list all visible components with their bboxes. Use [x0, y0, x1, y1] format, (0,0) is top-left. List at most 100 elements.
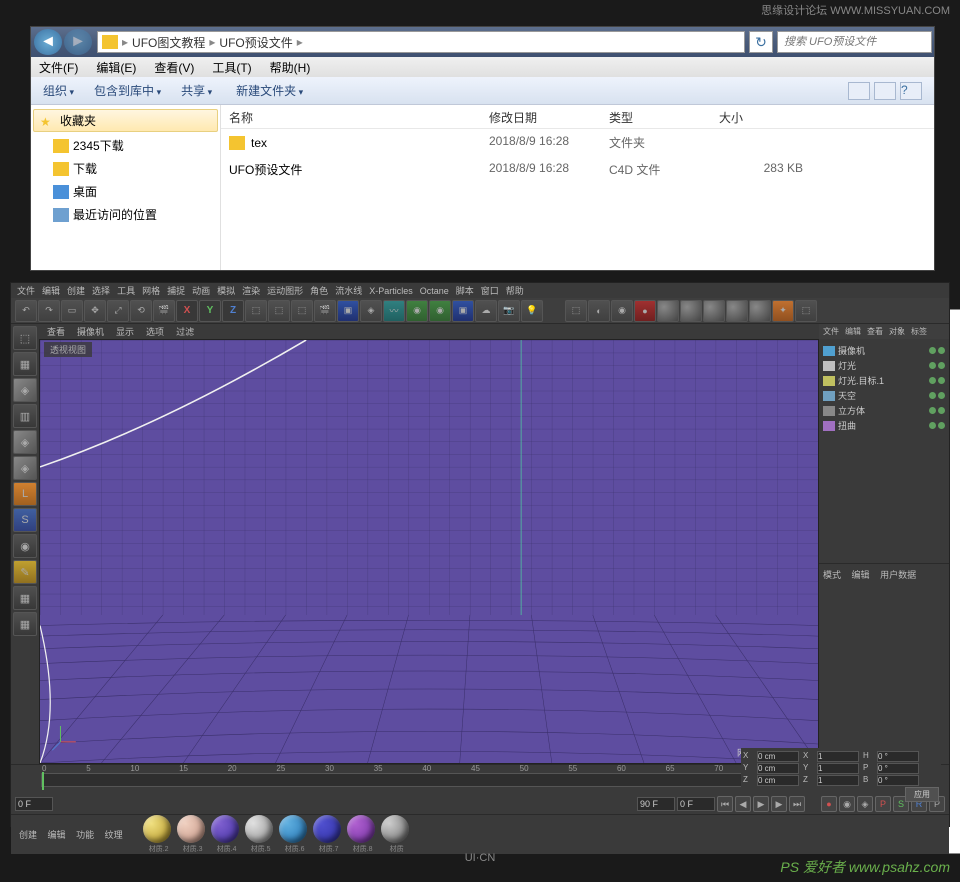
- generator-icon[interactable]: ◉: [429, 300, 451, 322]
- new-folder-button[interactable]: 新建文件夹: [236, 82, 303, 99]
- breadcrumb[interactable]: UFO图文教程: [128, 34, 209, 51]
- frame-current-input[interactable]: [677, 797, 715, 811]
- share-button[interactable]: 共享: [181, 82, 212, 99]
- tool-icon[interactable]: ⬚: [245, 300, 267, 322]
- redo-icon[interactable]: ↷: [38, 300, 60, 322]
- sidebar-favorites[interactable]: ★收藏夹: [33, 109, 218, 132]
- vp-tab[interactable]: 查看: [47, 325, 65, 338]
- tab[interactable]: 功能: [76, 830, 94, 840]
- edge-tool-icon[interactable]: S: [13, 508, 37, 532]
- texture-icon[interactable]: ▦: [13, 352, 37, 376]
- point-tool-icon[interactable]: L: [13, 482, 37, 506]
- tab[interactable]: 文件: [823, 326, 839, 337]
- tool-icon[interactable]: ▦: [13, 612, 37, 636]
- object-row[interactable]: 扭曲: [823, 418, 945, 433]
- sphere-icon[interactable]: [726, 300, 748, 322]
- object-row[interactable]: 灯光: [823, 358, 945, 373]
- material-ball[interactable]: [245, 815, 273, 843]
- tool-icon[interactable]: ⬚: [268, 300, 290, 322]
- generator-icon[interactable]: ◉: [406, 300, 428, 322]
- x-axis-icon[interactable]: X: [176, 300, 198, 322]
- undo-icon[interactable]: ↶: [15, 300, 37, 322]
- view-options-icon[interactable]: [848, 82, 870, 100]
- move-tool-icon[interactable]: ✥: [84, 300, 106, 322]
- object-row[interactable]: 灯光.目标.1: [823, 373, 945, 388]
- organize-button[interactable]: 组织: [43, 82, 74, 99]
- object-row[interactable]: 天空: [823, 388, 945, 403]
- menu-item[interactable]: X-Particles: [369, 286, 413, 296]
- tool-icon[interactable]: ⬚: [291, 300, 313, 322]
- col-name[interactable]: 名称: [221, 105, 481, 128]
- tool-icon[interactable]: ◐: [588, 300, 610, 322]
- viewport[interactable]: 透视视图: [39, 339, 819, 764]
- tool-icon[interactable]: ⬚: [795, 300, 817, 322]
- sidebar-item[interactable]: 桌面: [33, 180, 218, 203]
- menu-view[interactable]: 查看(V): [154, 59, 194, 76]
- tool-icon[interactable]: ⬚: [565, 300, 587, 322]
- select-tool-icon[interactable]: ▭: [61, 300, 83, 322]
- include-library-button[interactable]: 包含到库中: [94, 82, 161, 99]
- col-type[interactable]: 类型: [601, 105, 711, 128]
- model-tool-icon[interactable]: ◈: [13, 378, 37, 402]
- vp-tab[interactable]: 过滤: [176, 325, 194, 338]
- object-tool-icon[interactable]: ◈: [13, 430, 37, 454]
- menu-item[interactable]: Octane: [420, 286, 449, 296]
- tab[interactable]: 对象: [889, 326, 905, 337]
- menu-file[interactable]: 文件(F): [39, 59, 78, 76]
- menu-item[interactable]: 编辑: [42, 284, 60, 297]
- coord-h[interactable]: [877, 751, 919, 762]
- forward-button[interactable]: ►: [64, 29, 92, 55]
- menu-item[interactable]: 渲染: [242, 284, 260, 297]
- spline-icon[interactable]: 〰: [383, 300, 405, 322]
- tab[interactable]: 编辑: [852, 570, 870, 580]
- menu-item[interactable]: 文件: [17, 284, 35, 297]
- menu-item[interactable]: 帮助: [506, 284, 524, 297]
- breadcrumb[interactable]: UFO预设文件: [215, 34, 296, 51]
- coord-z[interactable]: [757, 775, 799, 786]
- menu-help[interactable]: 帮助(H): [270, 59, 311, 76]
- tab[interactable]: 纹理: [105, 830, 123, 840]
- sidebar-item[interactable]: 最近访问的位置: [33, 203, 218, 226]
- menu-item[interactable]: 创建: [67, 284, 85, 297]
- address-bar[interactable]: ▸ UFO图文教程 ▸ UFO预设文件 ▸: [97, 31, 745, 53]
- tool-icon[interactable]: ✦: [772, 300, 794, 322]
- material-ball[interactable]: [143, 815, 171, 843]
- light-icon[interactable]: 💡: [521, 300, 543, 322]
- tool-icon[interactable]: ▦: [13, 586, 37, 610]
- environment-icon[interactable]: ☁: [475, 300, 497, 322]
- vp-tab[interactable]: 选项: [146, 325, 164, 338]
- menu-item[interactable]: 脚本: [456, 284, 474, 297]
- tab[interactable]: 编辑: [845, 326, 861, 337]
- menu-item[interactable]: 网格: [142, 284, 160, 297]
- sphere-icon[interactable]: [680, 300, 702, 322]
- camera-icon[interactable]: 📷: [498, 300, 520, 322]
- menu-item[interactable]: 运动图形: [267, 284, 303, 297]
- vp-tab[interactable]: 显示: [116, 325, 134, 338]
- menu-item[interactable]: 窗口: [481, 284, 499, 297]
- menu-item[interactable]: 选择: [92, 284, 110, 297]
- col-size[interactable]: 大小: [711, 105, 811, 128]
- file-row[interactable]: UFO预设文件2018/8/9 16:28C4D 文件283 KB: [221, 156, 934, 183]
- record-icon[interactable]: ●: [634, 300, 656, 322]
- tool-icon[interactable]: ✎: [13, 560, 37, 584]
- object-row[interactable]: 摄像机: [823, 343, 945, 358]
- menu-item[interactable]: 捕捉: [167, 284, 185, 297]
- material-ball[interactable]: [279, 815, 307, 843]
- object-row[interactable]: 立方体: [823, 403, 945, 418]
- rotate-tool-icon[interactable]: ⟲: [130, 300, 152, 322]
- scale-tool-icon[interactable]: ⤢: [107, 300, 129, 322]
- frame-end-input[interactable]: [637, 797, 675, 811]
- tab[interactable]: 查看: [867, 326, 883, 337]
- render-icon[interactable]: 🎬: [314, 300, 336, 322]
- back-button[interactable]: ◄: [34, 29, 62, 55]
- refresh-button[interactable]: ↻: [749, 31, 773, 53]
- tool-icon[interactable]: ⬚: [13, 326, 37, 350]
- menu-item[interactable]: 流水线: [335, 284, 362, 297]
- y-axis-icon[interactable]: Y: [199, 300, 221, 322]
- file-row[interactable]: tex2018/8/9 16:28文件夹: [221, 129, 934, 156]
- col-date[interactable]: 修改日期: [481, 105, 601, 128]
- goto-start-icon[interactable]: ⏮: [717, 796, 733, 812]
- frame-start-input[interactable]: [15, 797, 53, 811]
- sphere-icon[interactable]: [703, 300, 725, 322]
- menu-item[interactable]: 工具: [117, 284, 135, 297]
